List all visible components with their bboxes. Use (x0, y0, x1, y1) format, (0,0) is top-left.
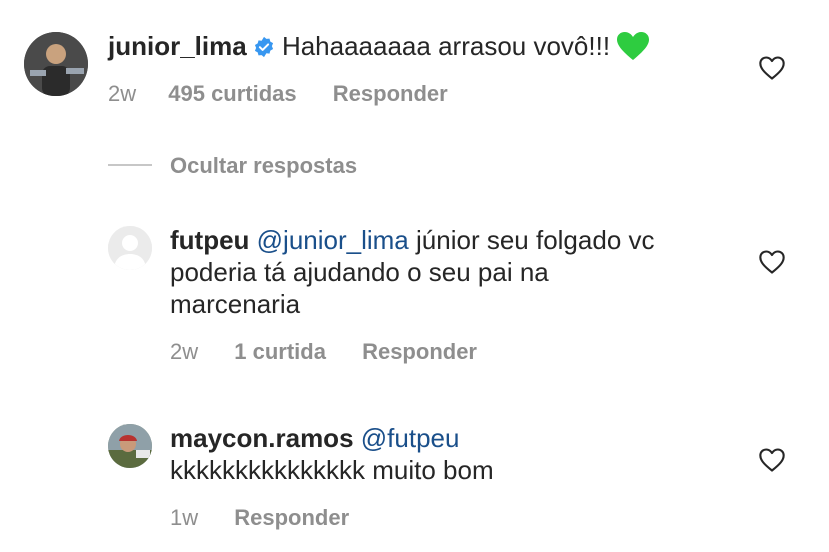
like-heart-icon[interactable] (758, 54, 786, 82)
reply-text-line2: poderia tá ajudando o seu pai na (170, 257, 549, 287)
likes-count[interactable]: 1 curtida (234, 339, 326, 364)
reply-button[interactable]: Responder (234, 505, 349, 530)
green-heart-emoji-icon (616, 31, 650, 68)
reply-text-line3: marcenaria (170, 289, 301, 319)
main-comment-line: junior_lima Hahaaaaaaa arrasou vovô!!! (108, 30, 650, 68)
like-heart-icon[interactable] (758, 446, 786, 474)
mention-futpeu[interactable]: @futpeu (361, 423, 460, 453)
comment-time: 2w (108, 81, 137, 106)
reply-maycon-text: kkkkkkkkkkkkkkk muito bom (170, 455, 494, 485)
reply-futpeu-line1: futpeu @junior_lima júnior seu folgado v… (170, 224, 655, 256)
reply-button[interactable]: Responder (362, 339, 477, 364)
username-junior-lima[interactable]: junior_lima (108, 31, 247, 61)
reply-text-line1: júnior seu folgado vc (416, 225, 655, 255)
reply-maycon-line1: maycon.ramos @futpeu (170, 422, 459, 454)
hide-replies-divider (108, 164, 152, 166)
hide-replies-label: Ocultar respostas (170, 153, 358, 178)
reply-futpeu-meta: 2w 1 curtida Responder (170, 338, 477, 366)
reply-time: 2w (170, 339, 199, 364)
username-futpeu[interactable]: futpeu (170, 225, 249, 255)
username-maycon-ramos[interactable]: maycon.ramos (170, 423, 354, 453)
reply-button[interactable]: Responder (333, 81, 448, 106)
likes-count[interactable]: 495 curtidas (168, 81, 296, 106)
reply-maycon-meta: 1w Responder (170, 504, 349, 532)
like-heart-icon[interactable] (758, 248, 786, 276)
mention-junior-lima[interactable]: @junior_lima (257, 225, 409, 255)
verified-badge-icon (253, 33, 275, 65)
avatar-futpeu[interactable] (108, 226, 152, 270)
hide-replies-button[interactable]: Ocultar respostas (170, 152, 357, 180)
comment-text: Hahaaaaaaa arrasou vovô!!! (281, 31, 611, 61)
reply-time: 1w (170, 505, 199, 530)
main-comment-meta: 2w 495 curtidas Responder (108, 80, 448, 108)
avatar-junior-lima[interactable] (24, 32, 88, 96)
avatar-maycon-ramos[interactable] (108, 424, 152, 468)
